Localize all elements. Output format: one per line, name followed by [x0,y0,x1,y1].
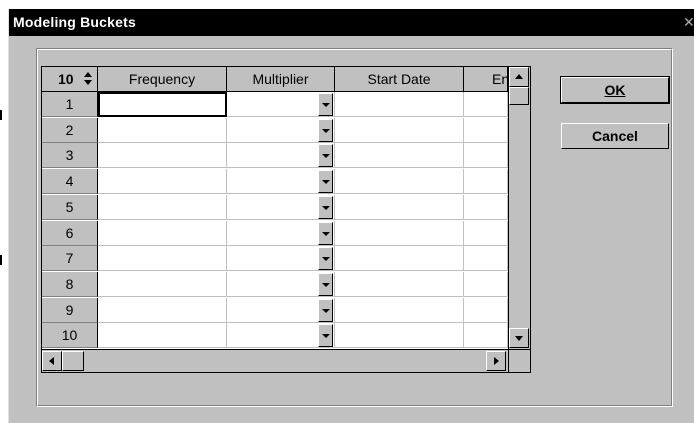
start-date-cell[interactable] [335,117,464,143]
end-date-cell[interactable] [464,92,508,117]
desktop-edge-mark [0,255,2,265]
scroll-thumb-horizontal[interactable] [62,351,84,371]
desktop-edge-mark [0,110,2,120]
vertical-scrollbar[interactable] [508,67,530,349]
cancel-button[interactable]: Cancel [561,123,669,149]
end-date-cell[interactable] [464,271,508,297]
end-date-cell[interactable] [464,169,508,195]
close-icon[interactable]: ✕ [683,12,694,32]
start-date-cell[interactable] [335,92,464,117]
window-title: Modeling Buckets [13,14,136,30]
ok-label: OK [604,82,626,98]
frequency-cell[interactable] [98,92,227,117]
scroll-left-icon[interactable] [42,351,62,371]
frequency-cell[interactable] [98,297,227,323]
chevron-down-icon[interactable] [318,247,333,271]
frequency-cell[interactable] [98,271,227,297]
frequency-cell[interactable] [98,323,227,349]
column-header-multiplier[interactable]: Multiplier [227,67,335,92]
frequency-cell[interactable] [98,246,227,272]
chevron-down-icon[interactable] [318,298,333,322]
spin-up-down-icon[interactable] [83,70,94,88]
frequency-cell[interactable] [98,169,227,195]
scroll-thumb[interactable] [509,87,529,105]
row-header[interactable]: 5 [42,194,98,220]
start-date-cell[interactable] [335,220,464,246]
chevron-down-icon[interactable] [318,118,333,142]
scroll-down-icon[interactable] [509,328,529,348]
row-header[interactable]: 1 [42,92,98,117]
title-bar: Modeling Buckets ✕ [9,9,694,36]
end-date-cell[interactable] [464,220,508,246]
chevron-down-icon[interactable] [318,170,333,194]
row-header[interactable]: 10 [42,323,98,349]
start-date-cell[interactable] [335,143,464,169]
row-header[interactable]: 2 [42,117,98,143]
frequency-cell[interactable] [98,220,227,246]
frequency-cell[interactable] [98,143,227,169]
chevron-down-icon[interactable] [318,195,333,219]
column-header-end-date[interactable]: En [464,67,508,92]
end-date-cell[interactable] [464,297,508,323]
end-date-cell[interactable] [464,323,508,349]
row-header[interactable]: 3 [42,143,98,169]
buckets-grid[interactable]: 10 Frequency Multiplier Start Date En 12… [41,66,531,373]
horizontal-scrollbar[interactable] [42,349,508,372]
start-date-cell[interactable] [335,169,464,195]
start-date-cell[interactable] [335,194,464,220]
ok-button[interactable]: OK [560,76,670,104]
column-header-start-date[interactable]: Start Date [335,67,464,92]
start-date-cell[interactable] [335,297,464,323]
row-header[interactable]: 7 [42,246,98,272]
frequency-cell[interactable] [98,117,227,143]
row-count-value: 10 [58,71,74,87]
chevron-down-icon[interactable] [318,221,333,245]
column-header-frequency[interactable]: Frequency [98,67,227,92]
end-date-cell[interactable] [464,117,508,143]
scroll-up-icon[interactable] [509,67,529,87]
row-count-header[interactable]: 10 [42,67,98,92]
start-date-cell[interactable] [335,323,464,349]
row-header[interactable]: 4 [42,169,98,195]
start-date-cell[interactable] [335,246,464,272]
start-date-cell[interactable] [335,271,464,297]
chevron-down-icon[interactable] [318,324,333,348]
scrollbar-corner [508,349,530,372]
frequency-cell[interactable] [98,194,227,220]
end-date-cell[interactable] [464,246,508,272]
chevron-down-icon[interactable] [318,144,333,168]
row-header[interactable]: 6 [42,220,98,246]
row-header[interactable]: 8 [42,271,98,297]
row-header[interactable]: 9 [42,297,98,323]
end-date-cell[interactable] [464,194,508,220]
chevron-down-icon[interactable] [318,93,333,116]
scroll-right-icon[interactable] [486,351,506,371]
cancel-label: Cancel [592,128,638,144]
end-date-cell[interactable] [464,143,508,169]
chevron-down-icon[interactable] [318,272,333,296]
